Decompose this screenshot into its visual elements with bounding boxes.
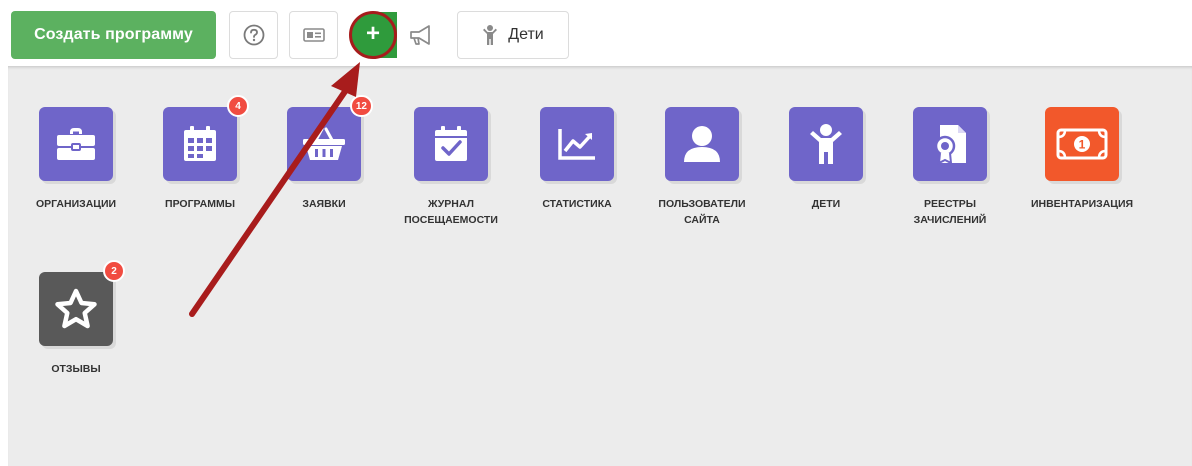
banknote-icon: 1 <box>1056 128 1108 160</box>
tile-icon-box <box>540 107 614 181</box>
tile-icon-box: 12 <box>287 95 373 181</box>
tile-icon-box: 2 <box>39 260 125 346</box>
id-card-icon <box>302 28 325 42</box>
toolbar: Создать программу + Дети <box>0 0 1192 66</box>
dashboard: ОРГАНИЗАЦИИ 4 ПРОГРАММЫ 12 ЗАЯВКИ ЖУРНАЛ… <box>8 66 1192 466</box>
tile-icon-box <box>913 107 987 181</box>
child-icon <box>810 124 842 164</box>
annotation-circle: + <box>349 11 397 59</box>
tile-label: ОТЗЫВЫ <box>51 363 101 375</box>
tile-programs[interactable]: 4 ПРОГРАММЫ <box>140 95 260 212</box>
tile-label: РЕЕСТРЫ ЗАЧИСЛЕНИЙ <box>913 198 987 226</box>
calendar-icon <box>184 126 216 161</box>
help-button[interactable] <box>229 11 278 59</box>
create-program-button[interactable]: Создать программу <box>11 11 216 59</box>
calendar-check-icon <box>435 126 467 161</box>
tile-icon-box <box>414 107 488 181</box>
tile-attendance-journal[interactable]: ЖУРНАЛ ПОСЕЩАЕМОСТИ <box>391 107 511 228</box>
kids-button-label: Дети <box>508 26 544 43</box>
tile-label: СТАТИСТИКА <box>542 198 612 210</box>
notification-badge: 4 <box>227 95 249 117</box>
tile-label: ПРОГРАММЫ <box>165 198 235 210</box>
announcement-button[interactable] <box>397 11 445 59</box>
star-icon <box>55 288 97 329</box>
tile-inventory[interactable]: 1 ИНВЕНТАРИЗАЦИЯ <box>1022 107 1142 212</box>
child-icon <box>483 25 498 45</box>
basket-icon <box>303 127 345 160</box>
tile-applications[interactable]: 12 ЗАЯВКИ <box>264 95 384 212</box>
notification-badge: 2 <box>103 260 125 282</box>
add-button[interactable]: + <box>349 11 397 59</box>
svg-text:1: 1 <box>1079 138 1086 152</box>
briefcase-icon <box>57 128 95 160</box>
tile-label: ИНВЕНТАРИЗАЦИЯ <box>1030 198 1134 210</box>
tile-children[interactable]: ДЕТИ <box>766 107 886 212</box>
tile-icon-box <box>39 107 113 181</box>
help-icon <box>243 24 264 46</box>
notification-badge: 12 <box>349 95 373 117</box>
kids-button[interactable]: Дети <box>457 11 569 59</box>
tile-icon-box <box>789 107 863 181</box>
tile-label: ДЕТИ <box>811 198 841 210</box>
card-button[interactable] <box>289 11 338 59</box>
plus-icon: + <box>365 20 380 47</box>
tile-label: ЗАЯВКИ <box>302 198 346 210</box>
chart-icon <box>558 129 595 160</box>
user-icon <box>684 126 720 162</box>
tile-label: ЖУРНАЛ ПОСЕЩАЕМОСТИ <box>404 198 498 226</box>
tile-statistics[interactable]: СТАТИСТИКА <box>517 107 637 212</box>
tile-icon-box: 1 <box>1045 107 1119 181</box>
tile-label: ОРГАНИЗАЦИИ <box>35 198 117 210</box>
tile-enrollment-registers[interactable]: РЕЕСТРЫ ЗАЧИСЛЕНИЙ <box>890 107 1010 228</box>
tile-icon-box <box>665 107 739 181</box>
certificate-icon <box>934 125 966 165</box>
tile-label: ПОЛЬЗОВАТЕЛИ САЙТА <box>658 198 746 226</box>
megaphone-icon <box>410 25 430 45</box>
tile-reviews[interactable]: 2 ОТЗЫВЫ <box>16 260 136 377</box>
tile-site-users[interactable]: ПОЛЬЗОВАТЕЛИ САЙТА <box>642 107 762 228</box>
tile-icon-box: 4 <box>163 95 249 181</box>
tile-organizations[interactable]: ОРГАНИЗАЦИИ <box>16 107 136 212</box>
